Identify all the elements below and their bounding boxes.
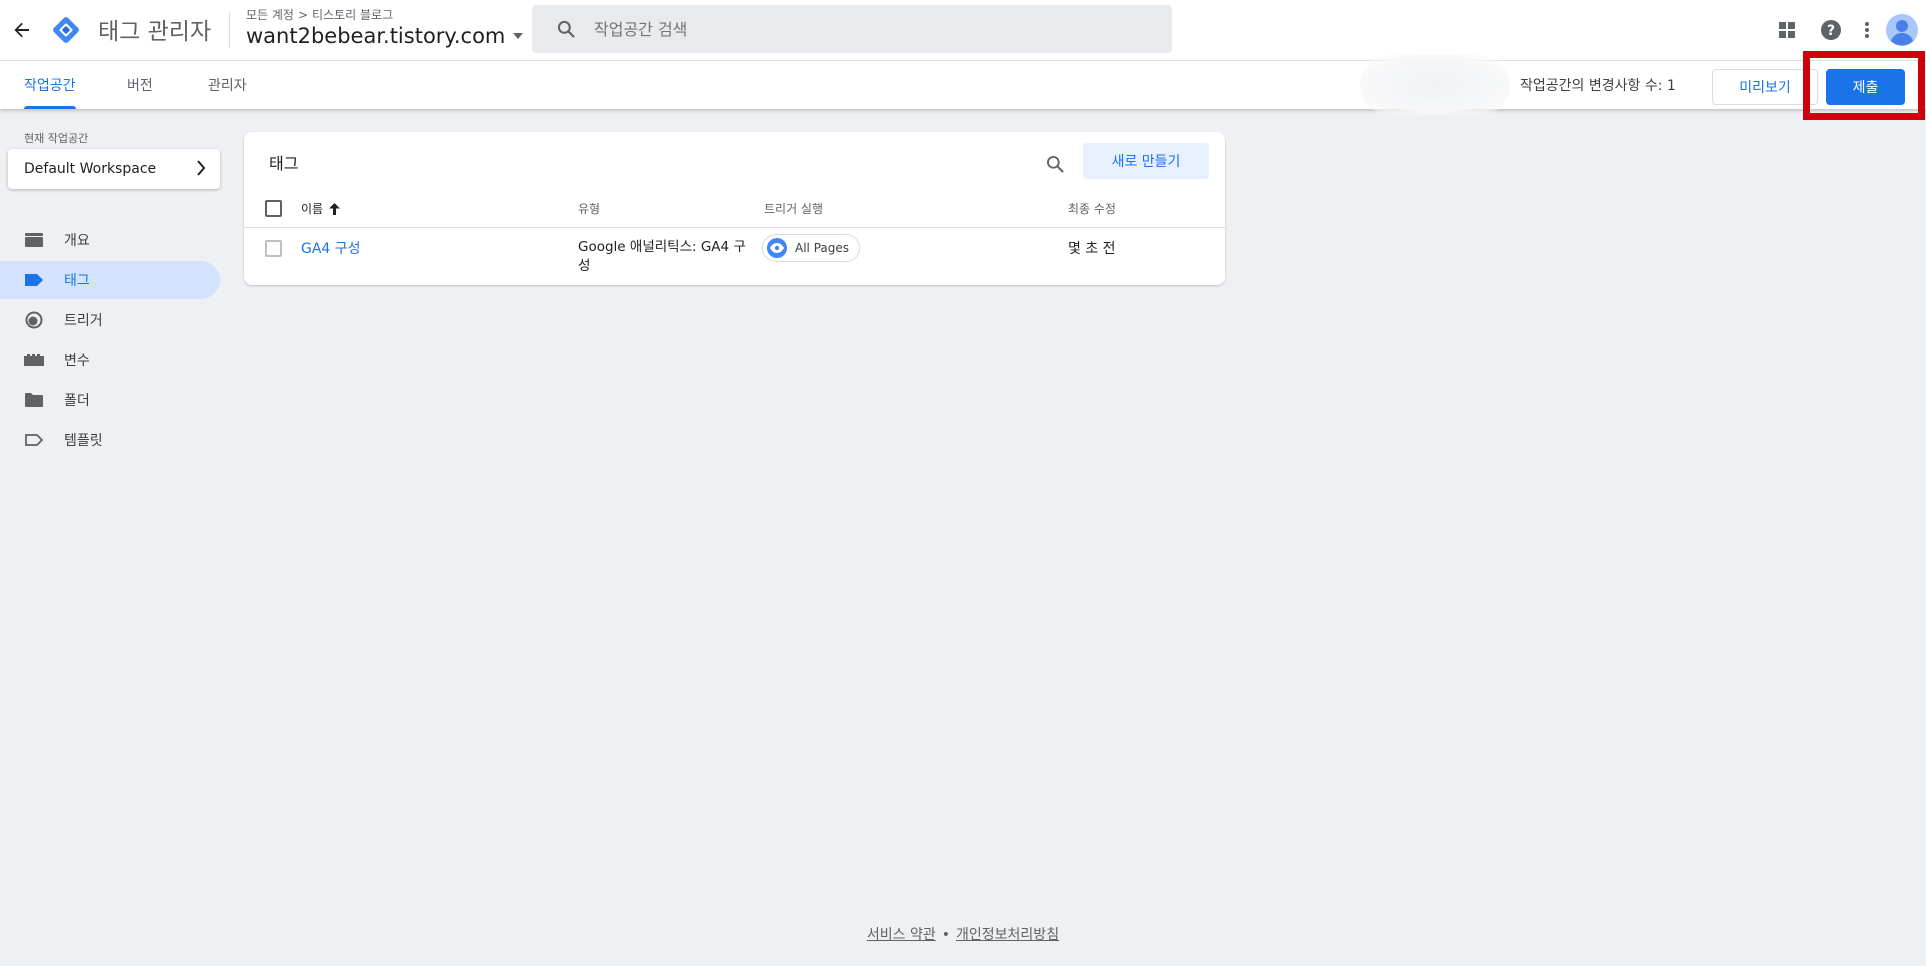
tags-card: 태그 새로 만들기 이름 유형 트리거 실행 최종 수정 GA4 구성 Goog… bbox=[244, 132, 1225, 285]
top-icons: ? bbox=[1726, 14, 1926, 46]
header-divider bbox=[244, 227, 1225, 228]
folder-icon bbox=[24, 391, 44, 409]
chevron-right-icon bbox=[197, 160, 206, 176]
account-avatar-icon[interactable] bbox=[1886, 14, 1918, 46]
help-icon[interactable]: ? bbox=[1815, 14, 1847, 46]
sidebar-item-templates[interactable]: 템플릿 bbox=[0, 421, 220, 459]
sidebar-item-triggers[interactable]: 트리거 bbox=[0, 301, 220, 339]
search-icon bbox=[557, 20, 575, 38]
more-vert-icon[interactable] bbox=[1851, 14, 1883, 46]
column-header-trigger[interactable]: 트리거 실행 bbox=[764, 200, 823, 217]
breadcrumb-container[interactable]: 티스토리 블로그 bbox=[312, 8, 393, 22]
tab-versions[interactable]: 버전 bbox=[127, 61, 153, 109]
variables-icon bbox=[24, 351, 44, 369]
caret-down-icon bbox=[513, 33, 524, 39]
footer-separator: • bbox=[941, 927, 951, 943]
trigger-chip-label: All Pages bbox=[795, 241, 849, 255]
submit-button[interactable]: 제출 bbox=[1826, 69, 1905, 105]
row-checkbox[interactable] bbox=[265, 240, 282, 257]
tag-type: Google 애널리틱스: GA4 구 성 bbox=[578, 238, 746, 276]
sidebar-item-label: 폴더 bbox=[64, 393, 90, 409]
workspace-subbar: 작업공간 버전 관리자 작업공간의 변경사항 수: 1 미리보기 제출 bbox=[0, 51, 1926, 120]
sidebar-item-folders[interactable]: 폴더 bbox=[0, 381, 220, 419]
apps-grid-icon[interactable] bbox=[1771, 14, 1803, 46]
sidebar-item-label: 개요 bbox=[64, 233, 90, 249]
sidebar-item-variables[interactable]: 변수 bbox=[0, 341, 220, 379]
workspace-search[interactable] bbox=[532, 5, 1172, 53]
trigger-icon bbox=[24, 311, 44, 329]
tag-type-line1: Google 애널리틱스: GA4 구 bbox=[578, 239, 746, 255]
redacted-blur bbox=[1360, 55, 1510, 115]
sidebar-item-label: 태그 bbox=[64, 273, 90, 289]
workspace-selector[interactable]: Default Workspace bbox=[8, 149, 220, 189]
template-icon bbox=[24, 431, 44, 449]
title-divider bbox=[229, 12, 230, 48]
workspace-changes-count: 작업공간의 변경사항 수: 1 bbox=[1520, 78, 1676, 94]
svg-text:?: ? bbox=[1827, 23, 1835, 39]
breadcrumb-account[interactable]: 모든 계정 bbox=[246, 8, 294, 22]
workspace-name: Default Workspace bbox=[24, 161, 157, 177]
top-app-bar: 태그 관리자 모든 계정 > 티스토리 블로그 want2bebear.tistor… bbox=[0, 0, 1926, 60]
tab-admin[interactable]: 관리자 bbox=[208, 61, 247, 109]
breadcrumb[interactable]: 모든 계정 > 티스토리 블로그 bbox=[246, 6, 393, 23]
sidebar-item-label: 트리거 bbox=[64, 313, 103, 329]
sidebar-item-tags[interactable]: 태그 bbox=[0, 261, 220, 299]
tag-type-line2: 성 bbox=[578, 258, 591, 274]
container-name: want2bebear.tistory.com bbox=[246, 24, 506, 48]
eye-icon bbox=[767, 238, 787, 258]
sidebar-item-label: 템플릿 bbox=[64, 433, 103, 449]
trigger-chip[interactable]: All Pages bbox=[762, 234, 860, 262]
column-header-modified[interactable]: 최종 수정 bbox=[1068, 200, 1116, 217]
terms-link[interactable]: 서비스 약관 bbox=[867, 927, 936, 943]
privacy-link[interactable]: 개인정보처리방침 bbox=[956, 927, 1059, 943]
tag-icon bbox=[24, 271, 44, 289]
search-icon[interactable] bbox=[1041, 150, 1069, 178]
arrow-upward-icon bbox=[329, 202, 341, 215]
app-title: 태그 관리자 bbox=[98, 19, 212, 45]
container-selector[interactable]: want2bebear.tistory.com bbox=[246, 24, 524, 48]
tag-name-link[interactable]: GA4 구성 bbox=[301, 238, 361, 258]
column-header-type[interactable]: 유형 bbox=[578, 200, 600, 217]
breadcrumb-separator: > bbox=[297, 8, 309, 22]
back-arrow-icon[interactable] bbox=[8, 16, 36, 44]
current-workspace-label: 현재 작업공간 bbox=[24, 132, 89, 145]
sidebar-item-label: 변수 bbox=[64, 353, 90, 369]
select-all-checkbox[interactable] bbox=[265, 200, 282, 217]
new-tag-button[interactable]: 새로 만들기 bbox=[1083, 143, 1209, 179]
search-input[interactable] bbox=[594, 19, 1154, 39]
footer: 서비스 약관 • 개인정보처리방침 bbox=[0, 924, 1926, 944]
overview-icon bbox=[24, 231, 44, 249]
tab-workspace[interactable]: 작업공간 bbox=[24, 61, 76, 109]
gtm-logo[interactable] bbox=[50, 14, 82, 46]
column-header-name[interactable]: 이름 bbox=[301, 200, 341, 217]
last-modified: 몇 초 전 bbox=[1068, 241, 1116, 257]
card-title: 태그 bbox=[269, 154, 299, 173]
column-header-name-label: 이름 bbox=[301, 202, 324, 216]
sidebar-item-overview[interactable]: 개요 bbox=[0, 221, 220, 259]
